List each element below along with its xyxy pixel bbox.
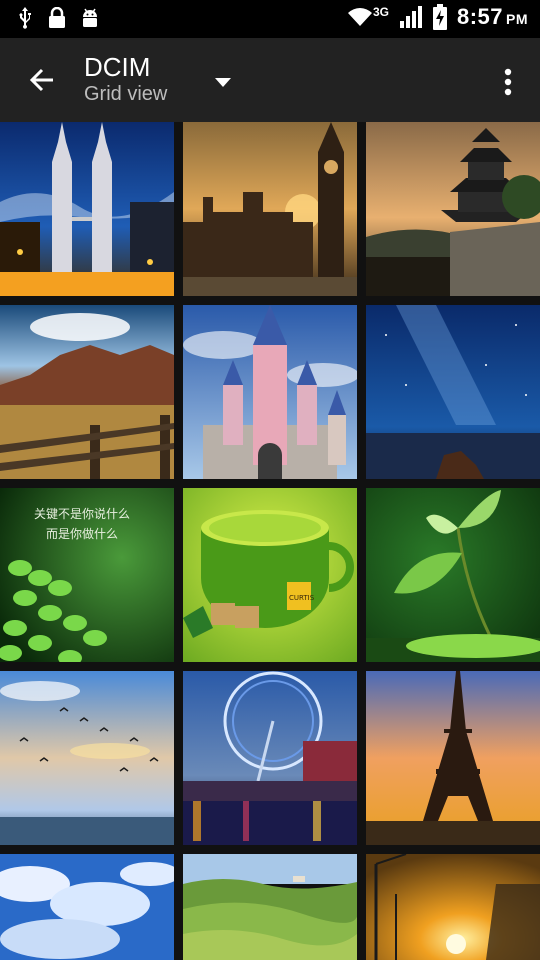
photo-milky-way-sea[interactable] [366,305,540,479]
photo-london-eye-night[interactable] [183,671,357,845]
photo-mountain-valley-fence[interactable] [0,305,174,479]
photo-japanese-castle[interactable] [366,122,540,296]
status-bar: 3G 8:57 PM [0,0,540,38]
signal-icon [399,5,423,29]
battery-charging-icon [432,4,447,30]
dropdown-arrow-icon [215,78,231,88]
photo-green-hills[interactable] [183,854,357,960]
wifi-icon [347,6,373,28]
android-icon [80,7,100,29]
tea-tag-label: CURTIS [289,594,315,602]
back-arrow-icon [29,67,55,93]
photo-fairy-tale-castle[interactable] [183,305,357,479]
photo-grid: 关键不是你说什么 而是你做什么 CURTIS [0,122,540,960]
photo-green-sprout[interactable] [366,488,540,662]
photo-green-leaves-quote[interactable]: 关键不是你说什么 而是你做什么 [0,488,174,662]
photo-big-ben-sunset[interactable] [183,122,357,296]
photo-lime-cup-tea[interactable]: CURTIS [183,488,357,662]
photo-eiffel-tower-sunset[interactable] [366,671,540,845]
photo-petronas-towers-night[interactable] [0,122,174,296]
app-bar: DCIM Grid view [0,38,540,122]
overflow-menu-button[interactable] [492,60,524,104]
photo-birds-sky-sea[interactable] [0,671,174,845]
lock-icon [48,7,66,29]
overflow-menu-icon [504,68,512,96]
network-type-label: 3G [372,5,389,19]
quote-line-1: 关键不是你说什么 [34,506,130,521]
usb-icon [16,6,34,30]
quote-line-2: 而是你做什么 [46,526,118,541]
back-button[interactable] [20,58,64,102]
photo-blue-sky-clouds[interactable] [0,854,174,960]
view-mode-dropdown[interactable] [206,66,240,100]
photo-sunset-street[interactable] [366,854,540,960]
status-time: 8:57 PM [456,4,528,29]
